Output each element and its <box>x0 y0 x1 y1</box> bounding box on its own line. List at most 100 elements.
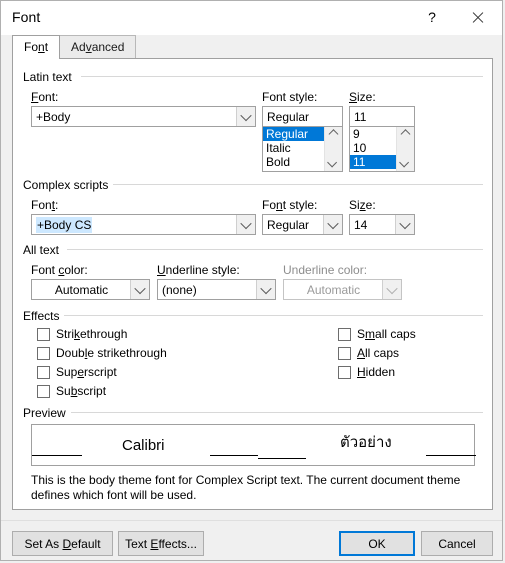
text-effects-button[interactable]: Text Effects... <box>118 531 204 556</box>
latin-size-items: 9 10 11 <box>350 127 397 169</box>
group-divider-alltext <box>67 249 483 250</box>
label-latin-font-style: Font style: <box>262 90 318 104</box>
label-underline-style: Underline style: <box>157 263 240 277</box>
latin-size-scrollbar[interactable] <box>396 127 414 171</box>
checkbox-label: Small caps <box>357 327 416 341</box>
set-as-default-button[interactable]: Set As Default <box>12 531 113 556</box>
chevron-down-icon[interactable] <box>236 215 255 234</box>
preview-complex-sample: ตัวอย่าง <box>340 433 392 451</box>
tab-strip: Font Advanced <box>1 35 502 59</box>
latin-style-scrollbar[interactable] <box>324 127 342 171</box>
checkbox-box[interactable] <box>37 327 50 341</box>
checkbox-box[interactable] <box>338 346 351 360</box>
complex-style-combo[interactable]: Regular <box>262 214 343 235</box>
underline-style-value: (none) <box>162 283 197 297</box>
footer-divider <box>1 520 502 521</box>
latin-style-items: Regular Italic Bold <box>263 127 325 169</box>
complex-font-combo[interactable]: +Body CS <box>31 214 256 235</box>
scroll-down-icon[interactable] <box>325 154 342 171</box>
list-item[interactable]: Regular <box>263 127 325 141</box>
underline-color-value: Automatic <box>306 283 361 297</box>
checkbox-subscript[interactable]: Subscript <box>37 384 106 398</box>
checkbox-box[interactable] <box>37 346 50 360</box>
list-item[interactable]: Bold <box>263 155 325 169</box>
checkbox-all-caps[interactable]: All caps <box>338 346 399 360</box>
checkbox-box[interactable] <box>338 327 351 341</box>
label-underline-color: Underline color: <box>283 263 368 277</box>
latin-style-input[interactable]: Regular <box>262 106 343 127</box>
checkbox-label: Superscript <box>56 365 117 379</box>
font-color-value: Automatic <box>54 283 109 297</box>
group-divider-latin <box>81 76 483 77</box>
latin-size-value: 11 <box>354 110 367 124</box>
checkbox-box[interactable] <box>37 365 50 379</box>
group-label-latin-text: Latin text <box>23 70 77 84</box>
font-color-combo[interactable]: Automatic <box>31 279 150 300</box>
cancel-button[interactable]: Cancel <box>421 531 493 556</box>
scroll-up-icon[interactable] <box>397 127 414 144</box>
font-tab-panel: Latin text Font: +Body Font style: Regul… <box>12 58 493 510</box>
dialog-title: Font <box>12 9 41 25</box>
checkbox-box[interactable] <box>338 365 351 379</box>
ok-button[interactable]: OK <box>339 531 415 556</box>
chevron-down-icon[interactable] <box>256 280 275 299</box>
chevron-down-icon[interactable] <box>130 280 149 299</box>
list-item[interactable]: 9 <box>350 127 397 141</box>
preview-rule-3 <box>258 458 306 459</box>
group-label-effects: Effects <box>23 309 65 323</box>
close-glyph <box>471 11 484 24</box>
group-label-complex-scripts: Complex scripts <box>23 178 114 192</box>
label-complex-font-style: Font style: <box>262 198 318 212</box>
group-divider-preview <box>69 412 483 413</box>
latin-font-value: +Body <box>36 110 71 124</box>
group-label-preview: Preview <box>23 406 71 420</box>
preview-description: This is the body theme font for Complex … <box>31 473 461 502</box>
help-icon[interactable]: ? <box>411 1 453 33</box>
scroll-up-icon[interactable] <box>325 127 342 144</box>
chevron-down-icon[interactable] <box>395 215 414 234</box>
checkbox-label: Hidden <box>357 365 396 379</box>
list-item[interactable]: Italic <box>263 141 325 155</box>
list-item[interactable]: 10 <box>350 141 397 155</box>
chevron-down-icon[interactable] <box>323 215 342 234</box>
title-bar: Font ? <box>1 1 502 35</box>
complex-style-value: Regular <box>267 218 310 232</box>
preview-rule-2 <box>210 455 258 456</box>
complex-font-value: +Body CS <box>36 217 93 233</box>
label-latin-size: Size: <box>349 90 376 104</box>
checkbox-box[interactable] <box>37 384 50 398</box>
latin-size-input[interactable]: 11 <box>349 106 415 127</box>
checkbox-label: Double strikethrough <box>56 346 167 360</box>
label-latin-font: Font: <box>31 90 59 104</box>
checkbox-label: All caps <box>357 346 400 360</box>
latin-style-listbox[interactable]: Regular Italic Bold <box>262 126 343 172</box>
preview-box: Calibri ตัวอย่าง <box>31 424 476 466</box>
chevron-down-icon[interactable] <box>236 107 255 126</box>
checkbox-hidden[interactable]: Hidden <box>338 365 395 379</box>
label-complex-font: Font: <box>31 198 59 212</box>
group-label-all-text: All text <box>23 243 65 257</box>
group-divider-effects <box>63 315 483 316</box>
group-divider-complex <box>109 184 483 185</box>
preview-latin-sample: Calibri <box>122 437 165 454</box>
checkbox-small-caps[interactable]: Small caps <box>338 327 416 341</box>
checkbox-label: Subscript <box>56 384 107 398</box>
checkbox-label: Strikethrough <box>56 327 128 341</box>
checkbox-strikethrough[interactable]: Strikethrough <box>37 327 127 341</box>
latin-size-listbox[interactable]: 9 10 11 <box>349 126 415 172</box>
scroll-down-icon[interactable] <box>397 154 414 171</box>
complex-size-combo[interactable]: 14 <box>349 214 415 235</box>
complex-size-value: 14 <box>354 218 368 232</box>
close-icon[interactable] <box>456 1 498 33</box>
font-dialog: Font ? Font Advanced Latin text Font: +B… <box>0 0 503 561</box>
tab-advanced[interactable]: Advanced <box>59 35 137 58</box>
preview-rule-4 <box>426 455 476 456</box>
latin-style-value: Regular <box>267 110 310 124</box>
checkbox-superscript[interactable]: Superscript <box>37 365 117 379</box>
checkbox-double-strikethrough[interactable]: Double strikethrough <box>37 346 167 360</box>
tab-font[interactable]: Font <box>12 35 61 59</box>
list-item[interactable]: 11 <box>350 155 397 169</box>
underline-style-combo[interactable]: (none) <box>157 279 276 300</box>
latin-font-combo[interactable]: +Body <box>31 106 256 127</box>
underline-color-combo: Automatic <box>283 279 402 300</box>
